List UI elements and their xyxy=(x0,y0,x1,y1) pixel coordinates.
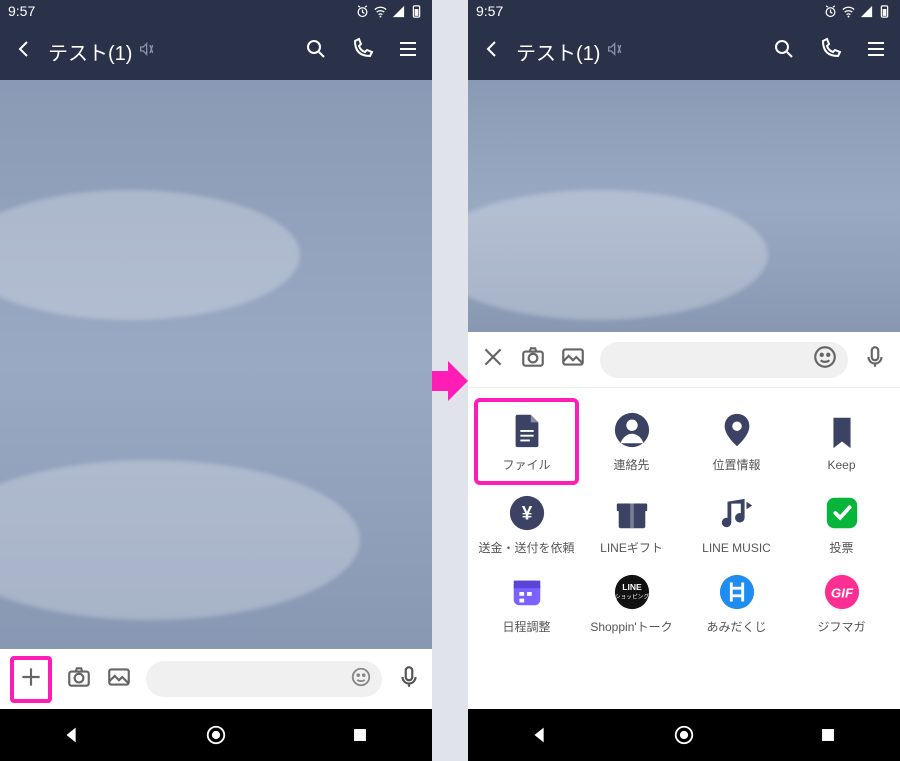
menu-button[interactable] xyxy=(396,37,420,66)
chat-title: テスト(1) xyxy=(516,37,600,66)
back-button[interactable] xyxy=(480,37,504,66)
mute-icon xyxy=(606,40,622,63)
attach-gif-label: ジフマガ xyxy=(817,618,865,635)
call-button[interactable] xyxy=(818,37,842,66)
attach-amida-label: あみだくじ xyxy=(706,618,766,635)
location-icon xyxy=(717,410,757,450)
ladder-icon xyxy=(717,572,757,612)
file-icon xyxy=(507,410,547,450)
attachment-grid: ファイル 連絡先 位置情報 Keep ¥ 送金・送付を依頼 xyxy=(468,388,900,653)
alarm-icon xyxy=(823,4,838,19)
attach-gift-label: LINEギフト xyxy=(600,539,663,556)
message-input[interactable] xyxy=(600,342,848,378)
calendar-icon xyxy=(507,572,547,612)
emoji-icon[interactable] xyxy=(812,344,838,375)
mic-button[interactable] xyxy=(396,664,422,695)
android-navbar xyxy=(0,709,432,761)
camera-button[interactable] xyxy=(520,344,546,375)
attach-location-label: 位置情報 xyxy=(712,456,760,473)
input-bar xyxy=(0,649,432,709)
attach-schedule-label: 日程調整 xyxy=(502,618,550,635)
yen-icon: ¥ xyxy=(507,493,547,533)
close-button[interactable] xyxy=(480,344,506,375)
phone-right: 9:57 テスト(1) xyxy=(468,0,900,761)
music-icon xyxy=(717,495,757,535)
attach-contact[interactable]: 連絡先 xyxy=(579,398,684,485)
gift-icon xyxy=(612,493,652,533)
menu-button[interactable] xyxy=(864,37,888,66)
status-icons xyxy=(355,4,424,19)
shopping-icon: LINEショッピング xyxy=(612,572,652,612)
bookmark-icon xyxy=(822,412,862,452)
status-icons xyxy=(823,4,892,19)
attach-gift[interactable]: LINEギフト xyxy=(579,485,684,564)
nav-home[interactable] xyxy=(176,724,256,746)
gallery-button[interactable] xyxy=(106,664,132,695)
mute-icon xyxy=(138,40,154,63)
gallery-button[interactable] xyxy=(560,344,586,375)
attach-shopping[interactable]: LINEショッピング Shoppin'トーク xyxy=(579,564,684,643)
search-button[interactable] xyxy=(304,37,328,66)
back-button[interactable] xyxy=(12,37,36,66)
signal-icon xyxy=(391,4,406,19)
app-bar: テスト(1) xyxy=(468,22,900,80)
chat-title: テスト(1) xyxy=(48,37,132,66)
mic-button[interactable] xyxy=(862,344,888,375)
phone-left: 9:57 テスト(1) xyxy=(0,0,432,761)
nav-recent[interactable] xyxy=(788,724,868,746)
attach-shopping-label: Shoppin'トーク xyxy=(590,618,672,635)
attach-schedule[interactable]: 日程調整 xyxy=(474,564,579,643)
attach-transfer[interactable]: ¥ 送金・送付を依頼 xyxy=(474,485,579,564)
emoji-icon[interactable] xyxy=(350,666,372,693)
arrow-icon xyxy=(430,359,470,403)
chat-background xyxy=(468,80,900,332)
svg-text:LINE: LINE xyxy=(622,582,642,592)
attach-keep[interactable]: Keep xyxy=(789,398,894,485)
attach-gif[interactable]: GIF ジフマガ xyxy=(789,564,894,643)
search-button[interactable] xyxy=(772,37,796,66)
nav-back[interactable] xyxy=(32,724,112,746)
svg-text:¥: ¥ xyxy=(521,504,532,525)
svg-text:ショッピング: ショッピング xyxy=(614,593,648,601)
gif-icon: GIF xyxy=(822,572,862,612)
attach-poll[interactable]: 投票 xyxy=(789,485,894,564)
nav-recent[interactable] xyxy=(320,724,400,746)
attach-poll-label: 投票 xyxy=(829,539,853,556)
panel-input-bar xyxy=(468,332,900,388)
attach-amida[interactable]: あみだくじ xyxy=(684,564,789,643)
call-button[interactable] xyxy=(350,37,374,66)
attachment-panel: ファイル 連絡先 位置情報 Keep ¥ 送金・送付を依頼 xyxy=(468,332,900,709)
plus-button[interactable] xyxy=(10,656,52,703)
status-time: 9:57 xyxy=(8,3,35,19)
nav-home[interactable] xyxy=(644,724,724,746)
attach-file-label: ファイル xyxy=(502,456,550,473)
attach-location[interactable]: 位置情報 xyxy=(684,398,789,485)
status-bar: 9:57 xyxy=(0,0,432,22)
attach-contact-label: 連絡先 xyxy=(613,456,649,473)
chat-background xyxy=(0,80,432,649)
message-input[interactable] xyxy=(146,661,382,697)
attach-file[interactable]: ファイル xyxy=(474,398,579,485)
alarm-icon xyxy=(355,4,370,19)
attach-music[interactable]: LINE MUSIC xyxy=(684,485,789,564)
status-time: 9:57 xyxy=(476,3,503,19)
camera-button[interactable] xyxy=(66,664,92,695)
wifi-icon xyxy=(841,4,856,19)
contact-icon xyxy=(612,410,652,450)
transition-gap xyxy=(432,0,468,761)
attach-transfer-label: 送金・送付を依頼 xyxy=(478,539,574,556)
android-navbar xyxy=(468,709,900,761)
signal-icon xyxy=(859,4,874,19)
attach-music-label: LINE MUSIC xyxy=(702,541,771,555)
wifi-icon xyxy=(373,4,388,19)
battery-icon xyxy=(877,4,892,19)
battery-icon xyxy=(409,4,424,19)
app-bar: テスト(1) xyxy=(0,22,432,80)
attach-keep-label: Keep xyxy=(827,458,855,472)
nav-back[interactable] xyxy=(500,724,580,746)
svg-text:GIF: GIF xyxy=(830,586,853,601)
poll-icon xyxy=(822,493,862,533)
status-bar: 9:57 xyxy=(468,0,900,22)
